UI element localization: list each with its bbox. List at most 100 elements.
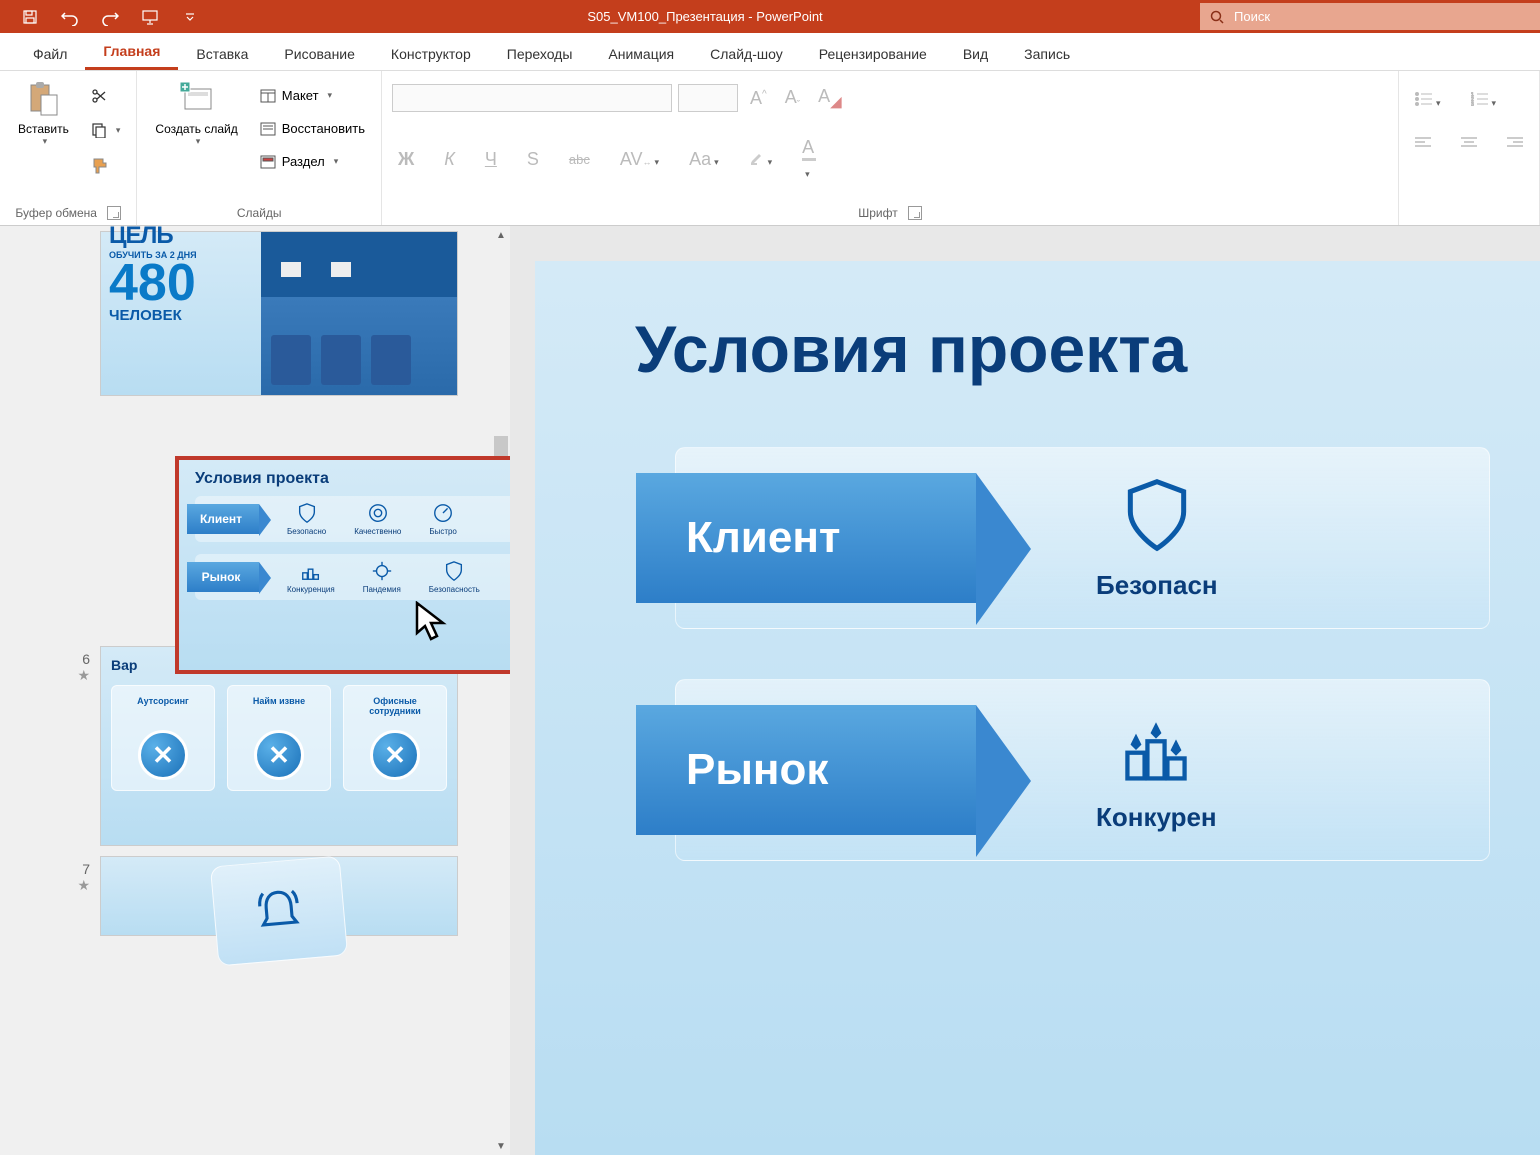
chevron-down-icon: ▾ <box>328 90 333 101</box>
undo-button[interactable] <box>50 0 90 33</box>
tab-file[interactable]: Файл <box>15 38 85 70</box>
slide-title[interactable]: Условия проекта <box>635 311 1490 387</box>
podium-icon <box>300 560 322 582</box>
align-center-button[interactable] <box>1455 131 1483 156</box>
tab-home[interactable]: Главная <box>85 35 178 70</box>
new-slide-button[interactable]: Создать слайд▾ <box>147 76 245 152</box>
floating-slide-drag[interactable]: Условия проекта Клиент Безопасно Качеств… <box>175 456 510 674</box>
tab-review[interactable]: Рецензирование <box>801 38 945 70</box>
quick-access-toolbar <box>0 0 210 33</box>
tag-market[interactable]: Рынок <box>636 705 976 835</box>
scroll-down-button[interactable]: ▼ <box>492 1137 510 1155</box>
reset-icon <box>260 122 276 136</box>
svg-text:3: 3 <box>1471 102 1474 106</box>
search-icon <box>1210 10 1224 24</box>
icon-competition[interactable]: Конкурен <box>1096 707 1217 833</box>
copy-icon <box>91 122 107 138</box>
title-bar: S05_VM100_Презентация - PowerPoint Поиск <box>0 0 1540 33</box>
search-box[interactable]: Поиск <box>1200 3 1540 30</box>
copy-button[interactable]: ▾ <box>85 118 127 142</box>
chevron-down-icon: ▾ <box>43 136 48 147</box>
font-color-button[interactable]: A▾ <box>796 135 822 184</box>
slideshow-button[interactable] <box>130 0 170 33</box>
chevron-down-icon: ▾ <box>805 169 810 179</box>
strike-button[interactable]: abc <box>563 150 596 169</box>
align-left-icon <box>1415 137 1431 149</box>
format-painter-button[interactable] <box>85 152 127 178</box>
tab-transitions[interactable]: Переходы <box>489 38 591 70</box>
font-size-combo[interactable] <box>678 84 738 112</box>
italic-button[interactable]: К <box>438 147 461 172</box>
reset-button[interactable]: Восстановить <box>254 117 371 140</box>
tab-record[interactable]: Запись <box>1006 38 1088 70</box>
clear-format-button[interactable]: A◢ <box>812 84 848 113</box>
paste-button[interactable]: Вставить▾ <box>10 76 77 152</box>
x-circle-icon <box>370 730 420 780</box>
clipboard-group-label: Буфер обмена <box>15 206 97 220</box>
thumb6-card3: Офисные сотрудники <box>349 696 441 718</box>
decrease-font-button[interactable]: Aˇ <box>779 85 806 113</box>
shield-icon <box>443 560 465 582</box>
section-icon <box>260 155 276 169</box>
qat-customize-button[interactable] <box>170 0 210 33</box>
increase-font-button[interactable]: A^ <box>744 86 773 111</box>
cut-button[interactable] <box>85 84 127 108</box>
font-name-combo[interactable] <box>392 84 672 112</box>
slide-number-7: 7 <box>82 861 90 877</box>
redo-button[interactable] <box>90 0 130 33</box>
gauge-icon <box>432 502 454 524</box>
podium-icon <box>1116 707 1196 787</box>
highlight-button[interactable]: ▾ <box>743 147 779 172</box>
slide-number-6: 6 <box>82 651 90 667</box>
char-spacing-button[interactable]: AV↔▾ <box>614 147 665 172</box>
shadow-button[interactable]: S <box>521 147 545 172</box>
chevron-down-icon: ▾ <box>714 157 719 167</box>
align-right-button[interactable] <box>1501 131 1529 156</box>
thumbnail-scrollbar[interactable]: ▲ ▼ <box>492 226 510 1155</box>
icon-safety[interactable]: Безопасн <box>1096 475 1218 601</box>
scroll-up-button[interactable]: ▲ <box>492 226 510 244</box>
x-circle-icon <box>138 730 188 780</box>
numbering-icon: 123 <box>1471 92 1489 106</box>
tag-client[interactable]: Клиент <box>636 473 976 603</box>
reset-label: Восстановить <box>282 121 365 136</box>
chevron-down-icon: ▾ <box>334 156 339 167</box>
chevron-down-icon: ▾ <box>196 136 201 147</box>
bullets-button[interactable]: ▾ <box>1409 88 1447 113</box>
chevron-down-icon: ▾ <box>1436 98 1441 108</box>
layout-button[interactable]: Макет▾ <box>254 84 371 107</box>
tab-design[interactable]: Конструктор <box>373 38 489 70</box>
bold-button[interactable]: Ж <box>392 147 420 172</box>
current-slide[interactable]: Условия проекта Клиент Безопасн Рынок Ко… <box>535 261 1540 1155</box>
clipboard-launcher[interactable] <box>107 206 121 220</box>
row-client[interactable]: Клиент Безопасн <box>675 447 1490 629</box>
numbering-button[interactable]: 123▾ <box>1465 88 1503 113</box>
font-launcher[interactable] <box>908 206 922 220</box>
slide-thumb-7[interactable]: 7★ <box>0 851 492 941</box>
virus-icon <box>371 560 393 582</box>
align-right-icon <box>1507 137 1523 149</box>
tab-slideshow[interactable]: Слайд-шоу <box>692 38 801 70</box>
underline-button[interactable]: Ч <box>479 147 503 172</box>
thumb7-shape <box>210 856 348 967</box>
thumb6-card2: Найм извне <box>253 696 305 718</box>
tab-view[interactable]: Вид <box>945 38 1006 70</box>
align-left-button[interactable] <box>1409 131 1437 156</box>
save-button[interactable] <box>10 0 50 33</box>
group-font: A^ Aˇ A◢ Ж К Ч S abc AV↔▾ Aa▾ ▾ A▾ Шрифт <box>382 71 1399 225</box>
slide-thumbnail-panel[interactable]: ЦЕЛЬ ОБУЧИТЬ ЗА 2 ДНЯ 480 ЧЕЛОВЕК Услови… <box>0 226 510 1155</box>
row-market[interactable]: Рынок Конкурен <box>675 679 1490 861</box>
tab-draw[interactable]: Рисование <box>266 38 373 70</box>
slides-group-label: Слайды <box>237 206 282 220</box>
align-center-icon <box>1461 137 1477 149</box>
layout-icon <box>260 89 276 103</box>
tab-insert[interactable]: Вставка <box>178 38 266 70</box>
tab-animations[interactable]: Анимация <box>590 38 692 70</box>
group-clipboard: Вставить▾ ▾ Буфер обмена <box>0 71 137 225</box>
change-case-button[interactable]: Aa▾ <box>683 147 725 172</box>
section-button[interactable]: Раздел▾ <box>254 150 371 173</box>
slide-canvas[interactable]: Условия проекта Клиент Безопасн Рынок Ко… <box>510 226 1540 1155</box>
slide-thumb-5[interactable]: ЦЕЛЬ ОБУЧИТЬ ЗА 2 ДНЯ 480 ЧЕЛОВЕК <box>0 226 492 401</box>
chevron-down-icon: ▾ <box>116 125 121 136</box>
search-placeholder: Поиск <box>1234 9 1270 24</box>
